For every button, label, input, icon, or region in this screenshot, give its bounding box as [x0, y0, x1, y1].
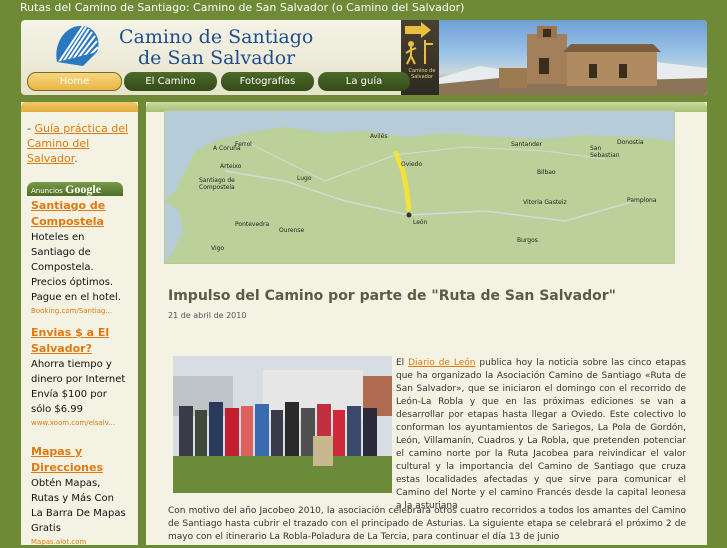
ad-title-link[interactable]: Santiago de Compostela — [31, 198, 126, 230]
post-date: 21 de abril de 2010 — [168, 311, 247, 320]
map-label: Vigo — [211, 245, 225, 252]
logo-title-line2: de San Salvador — [138, 47, 296, 69]
google-ads-header: Anuncios Google — [27, 182, 123, 196]
map-label: Vitoria Gasteiz — [523, 199, 567, 206]
map-label: Ourense — [279, 227, 305, 234]
map-label: Bilbao — [537, 169, 556, 176]
page-title: Rutas del Camino de Santiago: Camino de … — [20, 1, 465, 14]
scallop-shell-icon — [56, 25, 99, 66]
ad-url-link[interactable]: Mapas.alot.com — [31, 536, 126, 548]
ad-body: Obtén Mapas, Rutas y Más Con La Barra De… — [31, 478, 126, 534]
ads-label: Anuncios — [31, 187, 63, 195]
post-title[interactable]: Impulso del Camino por parte de "Ruta de… — [168, 288, 616, 304]
ad-title-link[interactable]: Envias $ a El Salvador? — [31, 325, 126, 357]
diario-de-leon-link[interactable]: Diario de León — [408, 358, 475, 368]
ad-item: Santiago de Compostela Hoteles en Santia… — [31, 198, 126, 317]
map-label: Donostia — [617, 139, 644, 146]
ad-body: Ahorra tiempo y dinero por Internet Enví… — [31, 359, 126, 415]
sidebar-top-bar — [21, 102, 138, 112]
post-paragraph-1: El Diario de León publica hoy la noticia… — [396, 358, 686, 511]
group-photo — [173, 356, 392, 493]
map-label: Santander — [511, 141, 543, 148]
route-map: A Coruña Ferrol Arteixo Lugo Avilés Ovie… — [164, 110, 675, 264]
church-photo — [439, 20, 707, 95]
map-label: Pamplona — [627, 197, 657, 204]
ad-url-link[interactable]: www.xoom.com/elsalv... — [31, 417, 126, 429]
ad-item: Mapas y Direcciones Obtén Mapas, Rutas y… — [31, 444, 126, 548]
map-label: Pontevedra — [235, 221, 270, 228]
map-label: Oviedo — [401, 161, 423, 168]
ad-item: Envias $ a El Salvador? Ahorra tiempo y … — [31, 325, 126, 429]
ad-url-link[interactable]: Booking.com/Santiag... — [31, 305, 126, 317]
map-label: Ferrol — [235, 141, 252, 148]
guide-link-block: - Guía práctica del Camino del Salvador. — [27, 122, 129, 165]
map-label: Avilés — [370, 133, 388, 140]
nav-home[interactable]: Home — [27, 72, 122, 91]
nav-el-camino[interactable]: El Camino — [124, 72, 217, 91]
post-paragraph-2: Con motivo del año Jacobeo 2010, la asoc… — [168, 506, 686, 542]
map-label: Lugo — [297, 175, 312, 182]
walker-arrow-icon — [405, 22, 433, 65]
nav-la-guia[interactable]: La guía — [318, 72, 410, 91]
map-label: León — [413, 219, 428, 226]
nav-fotografias[interactable]: Fotografías — [221, 72, 314, 91]
logo-title-line1: Camino de Santiago — [119, 26, 314, 48]
map-label: Arteixo — [220, 163, 242, 170]
ad-title-link[interactable]: Mapas y Direcciones — [31, 444, 126, 476]
ad-body: Hoteles en Santiago de Compostela. Preci… — [31, 232, 121, 303]
map-label: Burgos — [517, 237, 538, 244]
map-label: San Sebastian — [590, 145, 620, 159]
google-logo: Google — [65, 182, 102, 196]
map-label: Santiago de Compostela — [199, 177, 235, 191]
